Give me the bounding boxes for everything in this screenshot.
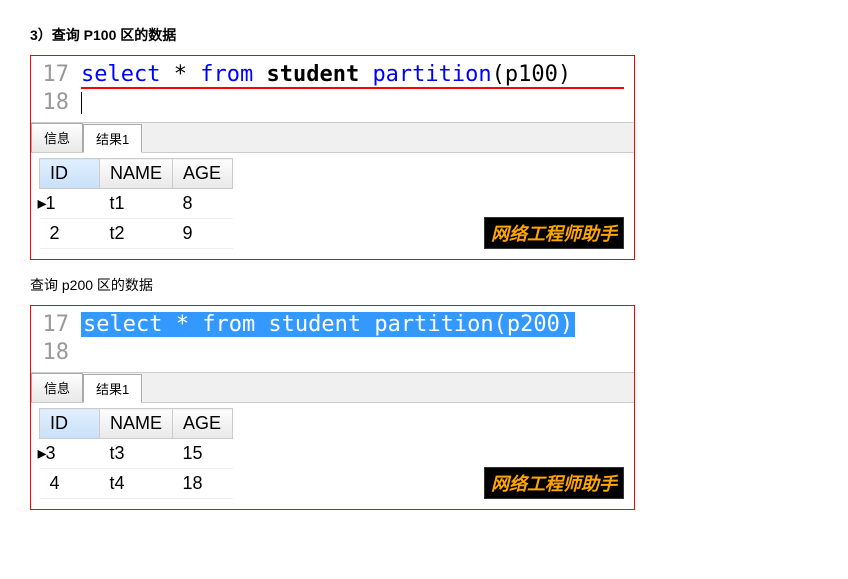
line-number: 18 — [31, 89, 81, 117]
cell-name: t3 — [100, 439, 173, 469]
sql-editor-2[interactable]: 17 select * from student partition(p200)… — [31, 306, 634, 373]
cell-id: 2 — [40, 219, 100, 249]
result-tabs: 信息 结果1 — [31, 123, 634, 153]
selected-text: select * from student partition(p200) — [81, 312, 575, 337]
table-row[interactable]: ▸3 t3 15 — [40, 439, 233, 469]
col-name[interactable]: NAME — [100, 159, 173, 189]
line-number: 18 — [31, 339, 81, 367]
cell-id: 4 — [40, 469, 100, 499]
cell-id: 1 — [46, 193, 56, 213]
cell-name: t1 — [100, 189, 173, 219]
watermark: 网络工程师助手 — [484, 217, 624, 249]
code-line-18 — [81, 89, 634, 117]
col-name[interactable]: NAME — [100, 409, 173, 439]
tab-result1[interactable]: 结果1 — [83, 124, 142, 153]
cell-age: 8 — [173, 189, 233, 219]
partition-param: (p100) — [492, 62, 571, 87]
result-area-2: ID NAME AGE ▸3 t3 15 4 t4 18 网络工程师助手 — [31, 403, 634, 509]
line-number: 17 — [31, 311, 81, 339]
result-table-1[interactable]: ID NAME AGE ▸1 t1 8 2 t2 9 — [39, 158, 233, 249]
cell-age: 18 — [173, 469, 233, 499]
col-age[interactable]: AGE — [173, 159, 233, 189]
col-id[interactable]: ID — [40, 159, 100, 189]
keyword-select: select — [81, 62, 160, 87]
star: * — [174, 62, 187, 87]
col-id[interactable]: ID — [40, 409, 100, 439]
cell-id: 3 — [46, 443, 56, 463]
sql-editor-1[interactable]: 17 select * from student partition(p100)… — [31, 56, 634, 123]
table-student: student — [266, 62, 359, 87]
code-line-17: select * from student partition(p200) — [81, 311, 634, 339]
keyword-from: from — [200, 62, 253, 87]
result-table-2[interactable]: ID NAME AGE ▸3 t3 15 4 t4 18 — [39, 408, 233, 499]
code-line-17: select * from student partition(p100) — [81, 61, 634, 89]
cell-name: t2 — [100, 219, 173, 249]
line-number: 17 — [31, 61, 81, 89]
panel-p200: 17 select * from student partition(p200)… — [30, 305, 635, 510]
tab-info[interactable]: 信息 — [31, 373, 83, 402]
table-row[interactable]: 4 t4 18 — [40, 469, 233, 499]
panel-p100: 17 select * from student partition(p100)… — [30, 55, 635, 260]
table-row[interactable]: 2 t2 9 — [40, 219, 233, 249]
tab-info[interactable]: 信息 — [31, 123, 83, 152]
tab-result1[interactable]: 结果1 — [83, 374, 142, 403]
cursor-icon — [81, 92, 82, 114]
row-current-icon: ▸ — [38, 193, 46, 214]
table-row[interactable]: ▸1 t1 8 — [40, 189, 233, 219]
result-area-1: ID NAME AGE ▸1 t1 8 2 t2 9 网络工程师助手 — [31, 153, 634, 259]
col-age[interactable]: AGE — [173, 409, 233, 439]
cell-age: 9 — [173, 219, 233, 249]
row-current-icon: ▸ — [38, 443, 46, 464]
section2-title: 查询 p200 区的数据 — [30, 275, 818, 295]
cell-name: t4 — [100, 469, 173, 499]
code-line-18 — [81, 339, 634, 367]
watermark: 网络工程师助手 — [484, 467, 624, 499]
section1-title: 3）查询 P100 区的数据 — [30, 25, 818, 45]
cell-age: 15 — [173, 439, 233, 469]
keyword-partition: partition — [372, 62, 491, 87]
result-tabs: 信息 结果1 — [31, 373, 634, 403]
